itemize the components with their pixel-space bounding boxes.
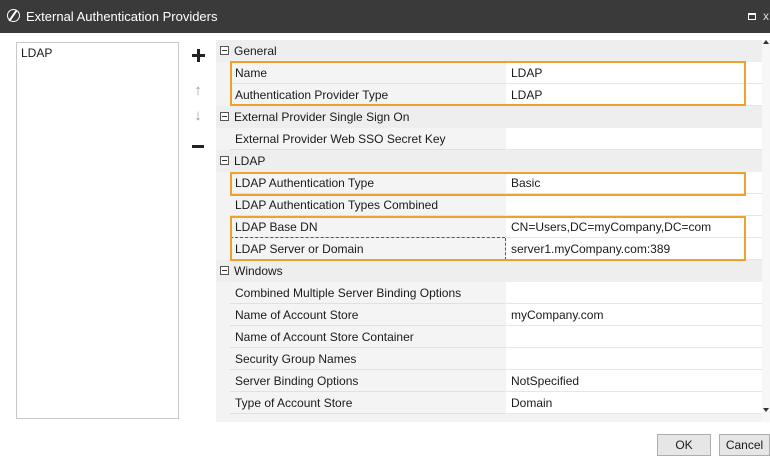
- property-value[interactable]: [506, 348, 762, 370]
- ok-button[interactable]: OK: [657, 434, 711, 456]
- property-name: Name: [230, 62, 505, 84]
- property-row[interactable]: Name of Account Store Container: [216, 326, 762, 348]
- remove-icon: [192, 144, 204, 148]
- property-value[interactable]: myCompany.com: [506, 304, 762, 326]
- collapse-icon[interactable]: [220, 112, 229, 121]
- move-up-button[interactable]: ↑: [188, 80, 208, 100]
- property-row[interactable]: LDAP Authentication Types Combined: [216, 194, 762, 216]
- close-icon[interactable]: x: [763, 9, 769, 23]
- property-name: Name of Account Store: [230, 304, 505, 326]
- property-name: Type of Account Store: [230, 392, 505, 414]
- property-name: LDAP Server or Domain: [230, 238, 505, 260]
- focus-separator: [230, 237, 505, 238]
- property-value[interactable]: [506, 326, 762, 348]
- property-name: Authentication Provider Type: [230, 84, 505, 106]
- property-value[interactable]: [506, 194, 762, 216]
- category-label: General: [234, 44, 277, 58]
- scroll-up-icon[interactable]: [763, 40, 769, 44]
- property-row[interactable]: Security Group Names: [216, 348, 762, 370]
- category-sso[interactable]: External Provider Single Sign On: [216, 106, 762, 128]
- property-name: Combined Multiple Server Binding Options: [230, 282, 505, 304]
- scroll-down-icon[interactable]: [763, 408, 769, 412]
- property-value[interactable]: [506, 128, 762, 150]
- category-ldap[interactable]: LDAP: [216, 150, 762, 172]
- add-provider-button[interactable]: [188, 45, 208, 65]
- property-value[interactable]: Basic: [506, 172, 762, 194]
- collapse-icon[interactable]: [220, 266, 229, 275]
- category-windows[interactable]: Windows: [216, 260, 762, 282]
- slash-circle-icon: [7, 9, 20, 22]
- vertical-scrollbar[interactable]: [762, 40, 770, 422]
- category-label: LDAP: [234, 154, 266, 168]
- category-label: Windows: [234, 264, 283, 278]
- property-row[interactable]: LDAP Authentication Type Basic: [216, 172, 762, 194]
- property-value[interactable]: Domain: [506, 392, 762, 414]
- collapse-icon[interactable]: [220, 46, 229, 55]
- property-name: Name of Account Store Container: [230, 326, 505, 348]
- property-value[interactable]: CN=Users,DC=myCompany,DC=com: [506, 216, 762, 238]
- property-row[interactable]: LDAP Base DN CN=Users,DC=myCompany,DC=co…: [216, 216, 762, 238]
- remove-provider-button[interactable]: [188, 136, 208, 156]
- property-value[interactable]: [506, 282, 762, 304]
- category-general[interactable]: General: [216, 40, 762, 62]
- title-bar: External Authentication Providers x: [0, 0, 770, 33]
- focus-separator: [505, 238, 506, 260]
- property-grid: General Name LDAP Authentication Provide…: [216, 40, 762, 422]
- property-row[interactable]: LDAP Server or Domain server1.myCompany.…: [216, 238, 762, 260]
- move-down-button[interactable]: ↓: [188, 105, 208, 125]
- collapse-icon[interactable]: [220, 156, 229, 165]
- move-up-icon: ↑: [194, 81, 202, 99]
- category-label: External Provider Single Sign On: [234, 110, 410, 124]
- cancel-button[interactable]: Cancel: [719, 434, 770, 456]
- property-name: Server Binding Options: [230, 370, 505, 392]
- property-name: LDAP Base DN: [230, 216, 505, 238]
- provider-list[interactable]: LDAP: [16, 42, 179, 419]
- property-row[interactable]: Type of Account Store Domain: [216, 392, 762, 414]
- property-row[interactable]: Server Binding Options NotSpecified: [216, 370, 762, 392]
- window-title: External Authentication Providers: [26, 9, 218, 24]
- provider-item-ldap[interactable]: LDAP: [17, 43, 178, 61]
- property-value[interactable]: NotSpecified: [506, 370, 762, 392]
- property-value[interactable]: LDAP: [506, 62, 762, 84]
- property-name: LDAP Authentication Type: [230, 172, 505, 194]
- property-row[interactable]: External Provider Web SSO Secret Key: [216, 128, 762, 150]
- add-icon: [191, 48, 205, 62]
- property-row[interactable]: Name of Account Store myCompany.com: [216, 304, 762, 326]
- property-row[interactable]: Name LDAP: [216, 62, 762, 84]
- maximize-icon[interactable]: [748, 13, 756, 20]
- property-row[interactable]: Combined Multiple Server Binding Options: [216, 282, 762, 304]
- move-down-icon: ↓: [194, 106, 202, 124]
- property-value[interactable]: server1.myCompany.com:389: [506, 238, 762, 260]
- property-value[interactable]: LDAP: [506, 84, 762, 106]
- property-name: External Provider Web SSO Secret Key: [230, 128, 505, 150]
- property-row[interactable]: Authentication Provider Type LDAP: [216, 84, 762, 106]
- property-name: Security Group Names: [230, 348, 505, 370]
- property-name: LDAP Authentication Types Combined: [230, 194, 505, 216]
